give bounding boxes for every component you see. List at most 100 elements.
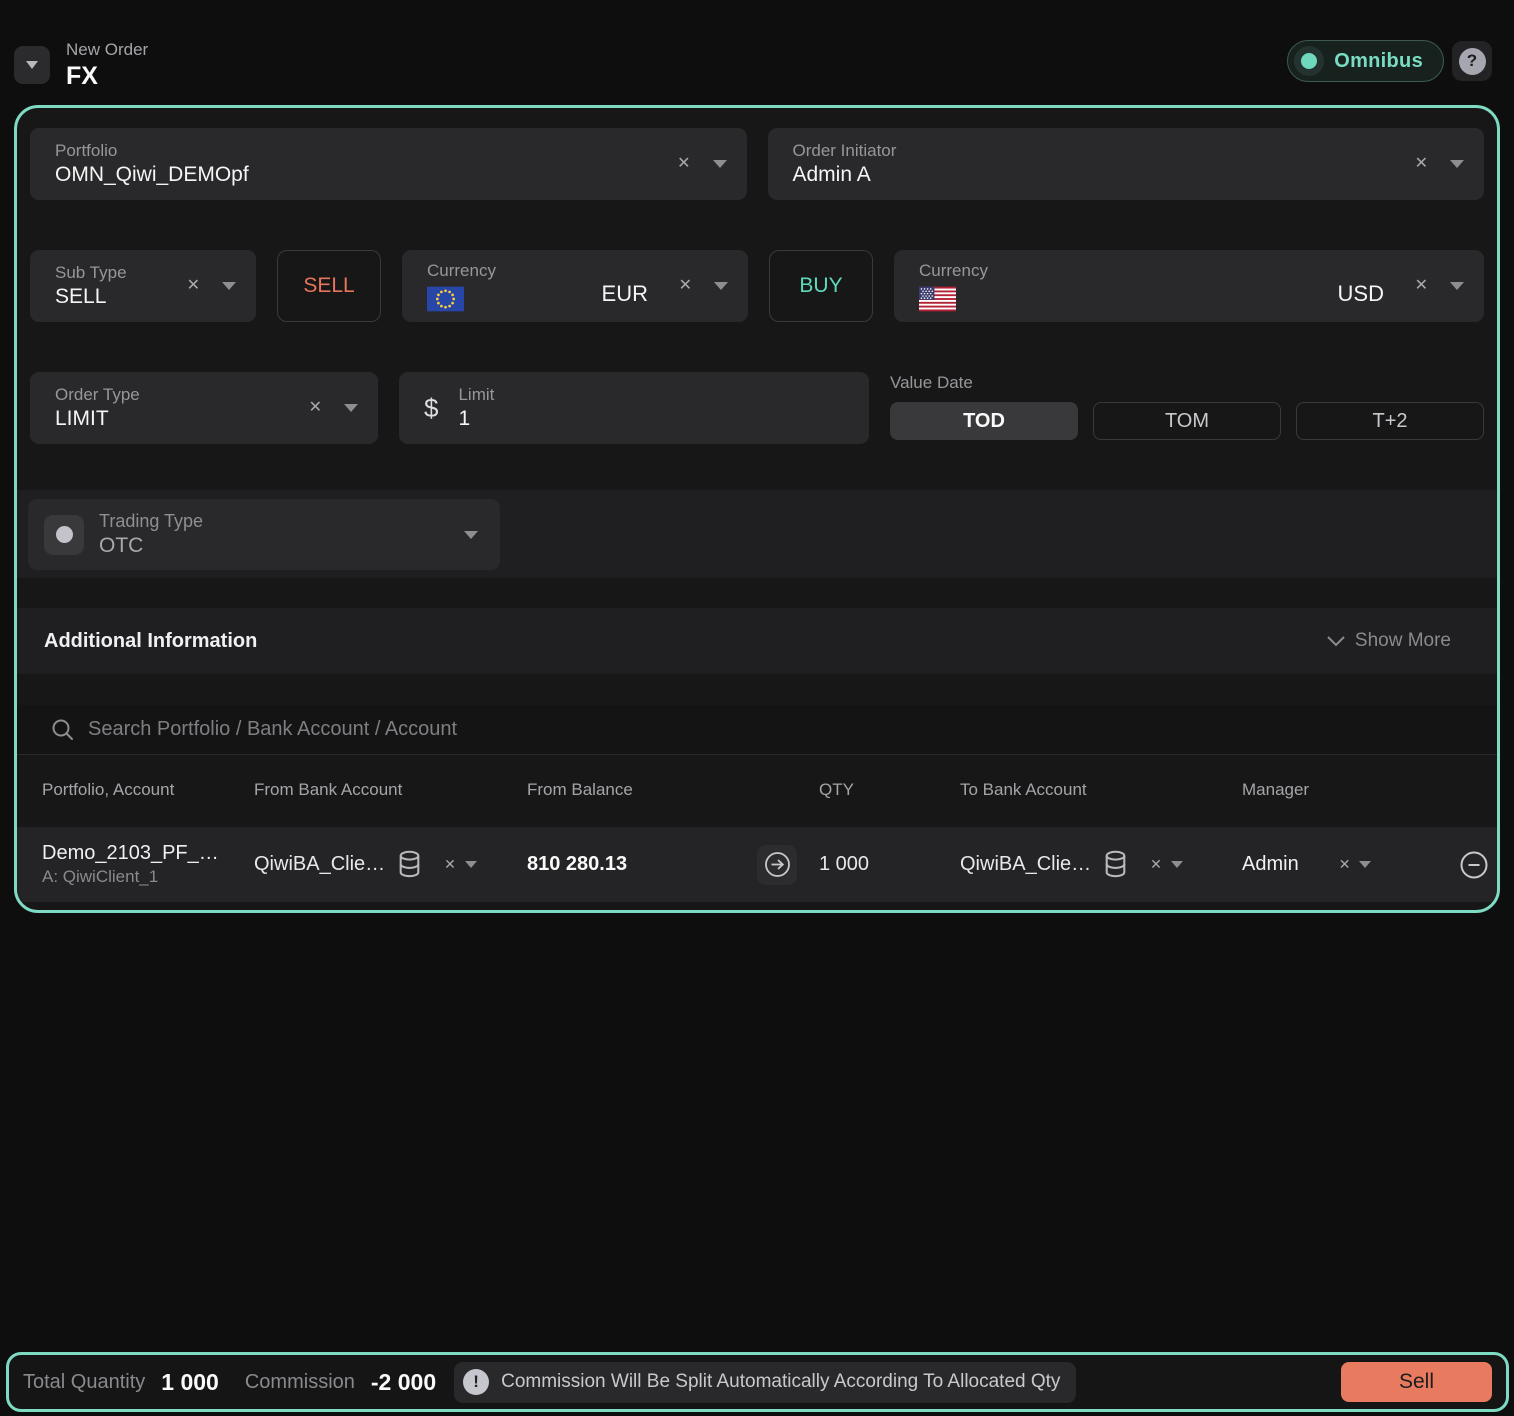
col-manager: Manager bbox=[1242, 780, 1457, 800]
trading-type-strip: Trading Type OTC bbox=[17, 490, 1497, 578]
portfolio-value: OMN_Qiwi_DEMOpf bbox=[55, 161, 249, 188]
clear-icon[interactable]: ✕ bbox=[1339, 856, 1351, 873]
commission-warning: ! Commission Will Be Split Automatically… bbox=[454, 1362, 1076, 1403]
limit-price-input[interactable]: $ Limit 1 bbox=[399, 372, 869, 444]
value-date-group: Value Date TOD TOM T+2 bbox=[890, 372, 1484, 444]
arrow-right-circle-icon bbox=[764, 851, 791, 878]
eu-flag-icon bbox=[427, 286, 464, 312]
order-initiator-label: Order Initiator bbox=[793, 140, 897, 161]
currency-to-value: USD bbox=[1338, 281, 1384, 307]
minus-circle-icon bbox=[1457, 848, 1491, 882]
commission-label: Commission bbox=[245, 1371, 355, 1394]
chevron-down-icon[interactable] bbox=[714, 282, 728, 290]
sell-submit-button[interactable]: Sell bbox=[1341, 1362, 1492, 1402]
clear-icon[interactable]: ✕ bbox=[444, 856, 456, 873]
omnibus-toggle[interactable]: Omnibus bbox=[1287, 40, 1444, 82]
row-portfolio-name: Demo_2103_PF_… bbox=[42, 842, 254, 865]
trading-type-label: Trading Type bbox=[99, 511, 203, 532]
manager-value[interactable]: Admin bbox=[1242, 853, 1299, 876]
chevron-down-icon[interactable] bbox=[1450, 282, 1464, 290]
help-button[interactable]: ? bbox=[1452, 41, 1492, 81]
page-title-block: New Order FX bbox=[66, 40, 148, 91]
value-date-tom-button[interactable]: TOM bbox=[1093, 402, 1281, 440]
total-quantity-label: Total Quantity bbox=[23, 1371, 145, 1394]
omnibus-label: Omnibus bbox=[1334, 50, 1423, 73]
clear-icon[interactable]: ✕ bbox=[679, 278, 692, 294]
limit-value: 1 bbox=[458, 405, 494, 432]
sub-type-label: Sub Type bbox=[55, 262, 127, 283]
sell-side-button[interactable]: SELL bbox=[277, 250, 381, 322]
radio-dot-icon bbox=[44, 515, 84, 555]
allocation-search-bar bbox=[17, 705, 1497, 755]
total-quantity-value: 1 000 bbox=[161, 1369, 219, 1396]
col-qty: QTY bbox=[819, 780, 960, 800]
trading-type-select[interactable]: Trading Type OTC bbox=[28, 499, 500, 570]
currency-from-label: Currency bbox=[427, 260, 496, 281]
order-initiator-select[interactable]: Order Initiator Admin A ✕ bbox=[768, 128, 1485, 200]
order-summary-bar: Total Quantity 1 000 Commission -2 000 !… bbox=[6, 1352, 1509, 1412]
clear-icon[interactable]: ✕ bbox=[1150, 856, 1162, 873]
to-bank-account-value[interactable]: QiwiBA_Clie… bbox=[960, 853, 1091, 876]
us-flag-icon bbox=[919, 286, 956, 312]
chevron-down-icon[interactable] bbox=[1450, 160, 1464, 168]
additional-information-section: Additional Information Show More bbox=[17, 608, 1497, 674]
qty-value[interactable]: 1 000 bbox=[819, 853, 869, 876]
value-date-label: Value Date bbox=[890, 373, 1484, 393]
commission-value: -2 000 bbox=[371, 1369, 436, 1396]
chevron-down-icon[interactable] bbox=[713, 160, 727, 168]
transfer-balance-button[interactable] bbox=[757, 845, 797, 885]
chevron-down-icon[interactable] bbox=[222, 282, 236, 290]
from-balance-value: 810 280.13 bbox=[527, 853, 627, 876]
database-icon bbox=[1103, 850, 1128, 879]
value-date-tod-button[interactable]: TOD bbox=[890, 402, 1078, 440]
chevron-down-icon[interactable] bbox=[1171, 861, 1183, 868]
allocation-table-header: Portfolio, Account From Bank Account Fro… bbox=[17, 767, 1497, 813]
sub-type-value: SELL bbox=[55, 283, 127, 310]
table-row: Demo_2103_PF_… A: QiwiClient_1 QiwiBA_Cl… bbox=[17, 827, 1497, 902]
show-more-button[interactable]: Show More bbox=[1327, 630, 1451, 652]
commission-warning-text: Commission Will Be Split Automatically A… bbox=[501, 1371, 1060, 1393]
limit-label: Limit bbox=[458, 384, 494, 405]
chevron-down-icon[interactable] bbox=[1359, 861, 1371, 868]
value-date-t2-button[interactable]: T+2 bbox=[1296, 402, 1484, 440]
clear-icon[interactable]: ✕ bbox=[309, 400, 322, 416]
portfolio-select[interactable]: Portfolio OMN_Qiwi_DEMOpf ✕ bbox=[30, 128, 747, 200]
order-initiator-value: Admin A bbox=[793, 161, 897, 188]
currency-from-value: EUR bbox=[602, 281, 648, 307]
clear-icon[interactable]: ✕ bbox=[1415, 278, 1428, 294]
chevron-down-icon[interactable] bbox=[465, 861, 477, 868]
omnibus-toggle-knob bbox=[1294, 46, 1324, 76]
show-more-label: Show More bbox=[1355, 630, 1451, 652]
col-from-bank-account: From Bank Account bbox=[254, 780, 527, 800]
order-type-select[interactable]: Order Type LIMIT ✕ bbox=[30, 372, 378, 444]
clear-icon[interactable]: ✕ bbox=[1415, 156, 1428, 172]
currency-to-label: Currency bbox=[919, 260, 988, 281]
dollar-icon: $ bbox=[424, 393, 438, 424]
chevron-down-icon bbox=[26, 61, 38, 69]
col-from-balance: From Balance bbox=[527, 780, 819, 800]
chevron-down-icon[interactable] bbox=[344, 404, 358, 412]
question-mark-icon: ? bbox=[1459, 48, 1486, 75]
buy-side-button[interactable]: BUY bbox=[769, 250, 873, 322]
chevron-down-icon[interactable] bbox=[464, 531, 478, 539]
chevron-down-icon bbox=[1327, 636, 1345, 647]
database-icon bbox=[397, 850, 422, 879]
col-portfolio-account: Portfolio, Account bbox=[42, 780, 254, 800]
order-form-panel: Portfolio OMN_Qiwi_DEMOpf ✕ Order Initia… bbox=[14, 105, 1500, 913]
portfolio-label: Portfolio bbox=[55, 140, 249, 161]
search-input[interactable] bbox=[88, 718, 1472, 741]
search-icon bbox=[51, 718, 74, 741]
currency-to-select[interactable]: Currency bbox=[894, 250, 1484, 322]
clear-icon[interactable]: ✕ bbox=[677, 156, 690, 172]
sub-type-select[interactable]: Sub Type SELL ✕ bbox=[30, 250, 256, 322]
omnibus-dot-icon bbox=[1301, 53, 1317, 69]
from-bank-account-value[interactable]: QiwiBA_Clie… bbox=[254, 853, 385, 876]
page-title: FX bbox=[66, 62, 148, 91]
page-subtitle: New Order bbox=[66, 40, 148, 60]
order-type-switch-button[interactable] bbox=[14, 46, 50, 84]
clear-icon[interactable]: ✕ bbox=[187, 278, 200, 294]
page-header: New Order FX Omnibus ? bbox=[0, 0, 1514, 105]
row-account-name: A: QiwiClient_1 bbox=[42, 867, 254, 887]
remove-row-button[interactable] bbox=[1457, 848, 1491, 882]
currency-from-select[interactable]: Currency EUR ✕ bbox=[402, 250, 748, 322]
